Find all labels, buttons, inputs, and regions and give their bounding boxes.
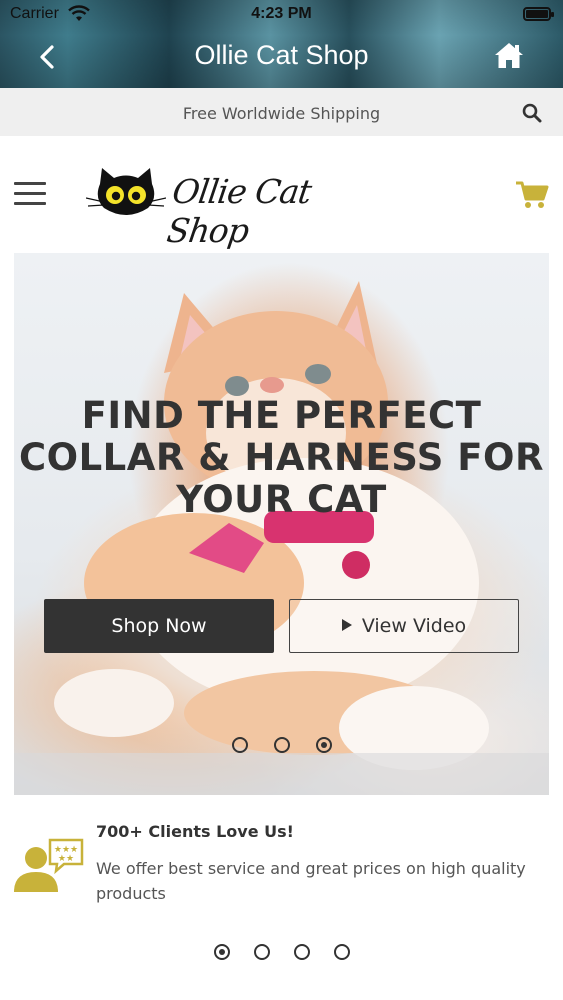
feature-dot-active[interactable] — [213, 944, 230, 960]
play-icon — [341, 619, 352, 631]
search-icon[interactable] — [521, 102, 543, 124]
cart-icon[interactable] — [515, 180, 549, 210]
hero-slide[interactable]: FIND THE PERFECT COLLAR & HARNESS FOR YO… — [14, 253, 549, 795]
shop-now-button[interactable]: Shop Now — [44, 599, 274, 653]
feature-text: We offer best service and great prices o… — [96, 859, 526, 903]
site-logo[interactable]: Ollie Cat Shop — [86, 158, 336, 250]
hero-dot-active[interactable] — [315, 737, 332, 753]
clients-feature: ★★★ ★★ 700+ Clients Love Us! We offer be… — [0, 806, 563, 926]
menu-icon[interactable] — [14, 182, 46, 206]
battery-icon — [523, 7, 554, 21]
svg-text:★★: ★★ — [58, 854, 74, 864]
client-review-icon: ★★★ ★★ — [14, 838, 84, 892]
nav-bar: Ollie Cat Shop — [0, 30, 563, 88]
feature-dot[interactable] — [333, 944, 350, 960]
feature-title: 700+ Clients Love Us! — [96, 822, 294, 841]
view-video-button[interactable]: View Video — [289, 599, 519, 653]
hero-cat-photo — [14, 281, 549, 795]
status-bar: Carrier 4:23 PM — [0, 0, 563, 30]
hero-dot[interactable] — [231, 737, 248, 753]
status-time: 4:23 PM — [251, 5, 312, 22]
nav-title: Ollie Cat Shop — [194, 40, 369, 70]
view-video-label: View Video — [361, 615, 467, 637]
cat-logo-icon — [86, 168, 166, 215]
logo-text: Ollie Cat Shop — [164, 172, 314, 250]
shipping-text: Free Worldwide Shipping — [182, 104, 381, 123]
home-icon[interactable] — [493, 40, 525, 72]
site-header: Ollie Cat Shop — [0, 136, 563, 254]
hero-pagination — [14, 737, 549, 757]
feature-dot[interactable] — [293, 944, 310, 960]
hero-dot[interactable] — [273, 737, 290, 753]
feature-dot[interactable] — [253, 944, 270, 960]
shipping-bar: Free Worldwide Shipping — [0, 88, 563, 136]
hero-title-line: FIND THE PERFECT — [81, 394, 482, 437]
hero-title-line: YOUR CAT — [176, 478, 387, 521]
feature-pagination — [0, 944, 563, 964]
hero-title-line: COLLAR & HARNESS FOR — [19, 436, 544, 479]
hero-title: FIND THE PERFECT COLLAR & HARNESS FOR YO… — [14, 395, 549, 521]
top-bar: Carrier 4:23 PM Ollie Cat Shop — [0, 0, 563, 88]
